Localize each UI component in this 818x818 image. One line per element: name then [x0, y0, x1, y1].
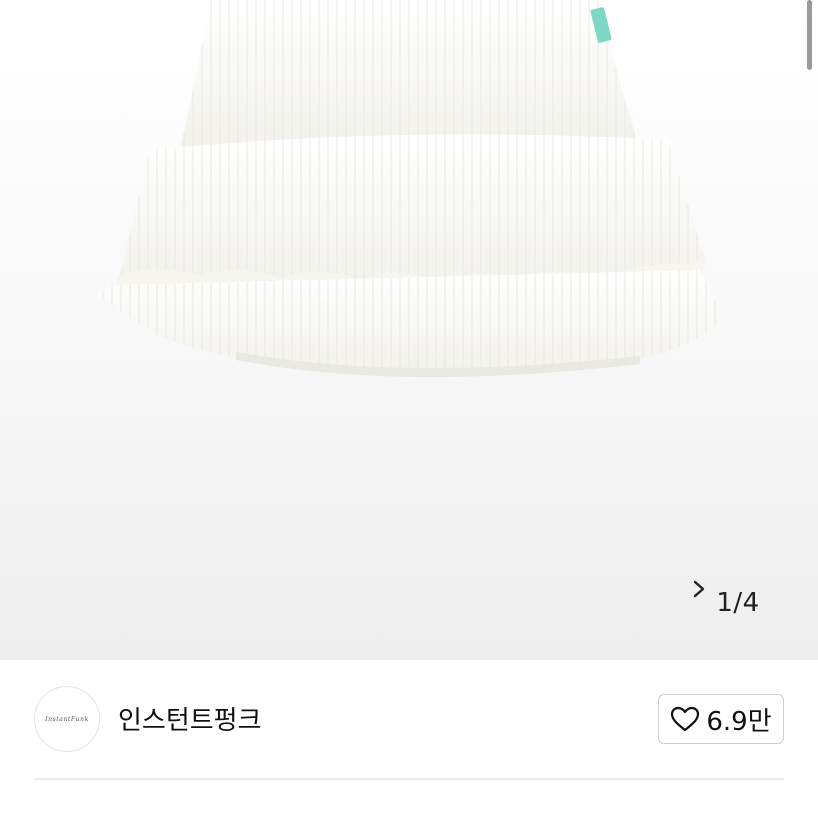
- shop-name[interactable]: 인스턴트펑크: [118, 700, 262, 737]
- avatar-logo-text: InstantFunk: [45, 715, 89, 723]
- heart-icon: [671, 706, 700, 732]
- product-image[interactable]: 1/4: [0, 0, 818, 660]
- shop-info-row: InstantFunk 인스턴트펑크 6.9만: [0, 660, 818, 780]
- shop-avatar[interactable]: InstantFunk: [34, 686, 100, 752]
- image-counter-text: 1/4: [716, 588, 760, 618]
- skirt-illustration: [96, 0, 724, 378]
- like-button[interactable]: 6.9만: [658, 694, 784, 744]
- chevron-right-icon[interactable]: [692, 580, 706, 598]
- divider: [34, 778, 784, 780]
- like-count: 6.9만: [706, 706, 772, 737]
- image-counter[interactable]: 1/4: [692, 580, 784, 626]
- product-page: 1/4 InstantFunk 인스턴트펑크 6.9만: [0, 0, 818, 818]
- scroll-indicator[interactable]: [807, 0, 812, 70]
